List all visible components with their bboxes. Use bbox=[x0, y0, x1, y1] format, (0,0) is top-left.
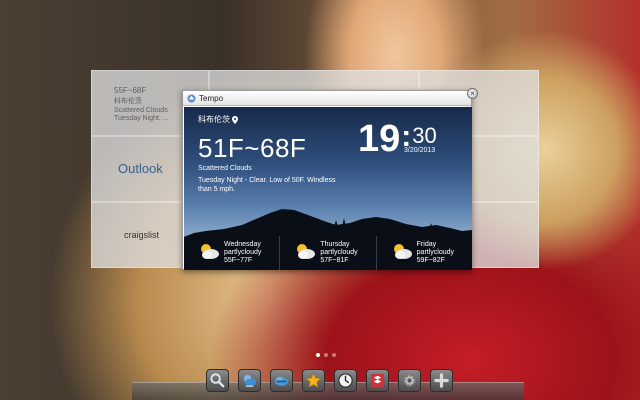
date-label: 3/20/2013 bbox=[404, 147, 436, 154]
window-titlebar[interactable]: Tempo bbox=[183, 91, 471, 106]
settings-button[interactable] bbox=[398, 369, 421, 392]
clock-hour: 19 bbox=[358, 118, 401, 160]
clock-minute: 30 bbox=[412, 123, 437, 148]
search-button[interactable] bbox=[206, 369, 229, 392]
day-condition: partlycloudy bbox=[416, 249, 455, 256]
weather-window: Tempo 科布伦茨 51F~68F Scattered Clouds Tues… bbox=[182, 90, 472, 270]
weather-button[interactable] bbox=[238, 369, 261, 392]
forecast-day-thursday[interactable]: Thursday partlycloudy 57F~81F bbox=[280, 236, 377, 270]
favorites-button[interactable] bbox=[302, 369, 325, 392]
weather-icon bbox=[243, 374, 257, 387]
partly-cloudy-icon bbox=[297, 244, 316, 259]
tempo-app-icon bbox=[187, 93, 196, 103]
partly-cloudy-icon bbox=[393, 244, 412, 259]
background-tile-temp: 55F~68F bbox=[114, 86, 147, 95]
window-title: Tempo bbox=[199, 93, 224, 103]
background-tile-location: 科布伦茨 bbox=[114, 98, 142, 105]
temperature-range: 51F~68F bbox=[198, 133, 307, 163]
partly-cloudy-icon bbox=[201, 244, 219, 259]
dropbox-button[interactable] bbox=[366, 369, 389, 392]
condition-text: Scattered Clouds bbox=[198, 165, 252, 172]
close-button[interactable]: × bbox=[467, 88, 478, 99]
day-name: Friday bbox=[416, 241, 437, 248]
cloud-icon bbox=[274, 376, 289, 386]
weather-panel: 科布伦茨 51F~68F Scattered Clouds Tuesday Ni… bbox=[184, 107, 472, 270]
clock-button[interactable] bbox=[334, 369, 357, 392]
location-text: 科布伦茨 bbox=[198, 115, 230, 124]
background-tile-forecast: Tuesday Night: ... bbox=[114, 115, 169, 122]
day-name: Thursday bbox=[320, 241, 350, 248]
page-dot[interactable] bbox=[316, 353, 320, 357]
forecast-text: Tuesday Night - Clear. Low of 50F. Windl… bbox=[198, 177, 336, 193]
add-button[interactable] bbox=[430, 369, 453, 392]
day-condition: partlycloudy bbox=[320, 249, 358, 256]
cloud-button[interactable] bbox=[270, 369, 293, 392]
page-dot[interactable] bbox=[332, 353, 336, 357]
forecast-days: Wednesday partlycloudy 55F~77F Thursday … bbox=[184, 236, 472, 270]
day-condition: partlycloudy bbox=[224, 249, 262, 256]
outlook-logo: Outlook bbox=[118, 161, 163, 176]
star-icon bbox=[305, 372, 322, 388]
day-temperature: 59F~82F bbox=[416, 257, 445, 264]
plus-icon bbox=[434, 373, 449, 388]
gear-icon bbox=[403, 374, 416, 387]
location-pin-icon[interactable] bbox=[232, 115, 238, 124]
clock-icon bbox=[338, 373, 353, 388]
background-tile-condition: Scattered Clouds bbox=[114, 107, 168, 114]
day-name: Wednesday bbox=[224, 241, 261, 248]
location-label[interactable]: 科布伦茨 bbox=[198, 114, 238, 125]
forecast-day-wednesday[interactable]: Wednesday partlycloudy 55F~77F bbox=[184, 236, 281, 270]
forecast-day-friday[interactable]: Friday partlycloudy 59F~82F bbox=[377, 236, 472, 270]
dropbox-icon bbox=[370, 373, 385, 388]
search-icon bbox=[210, 373, 225, 388]
day-temperature: 57F~81F bbox=[320, 257, 349, 264]
craigslist-label: craigslist bbox=[124, 230, 160, 240]
day-temperature: 55F~77F bbox=[224, 257, 253, 264]
page-indicator bbox=[316, 353, 336, 357]
page-dot[interactable] bbox=[324, 353, 328, 357]
dock bbox=[206, 369, 453, 392]
